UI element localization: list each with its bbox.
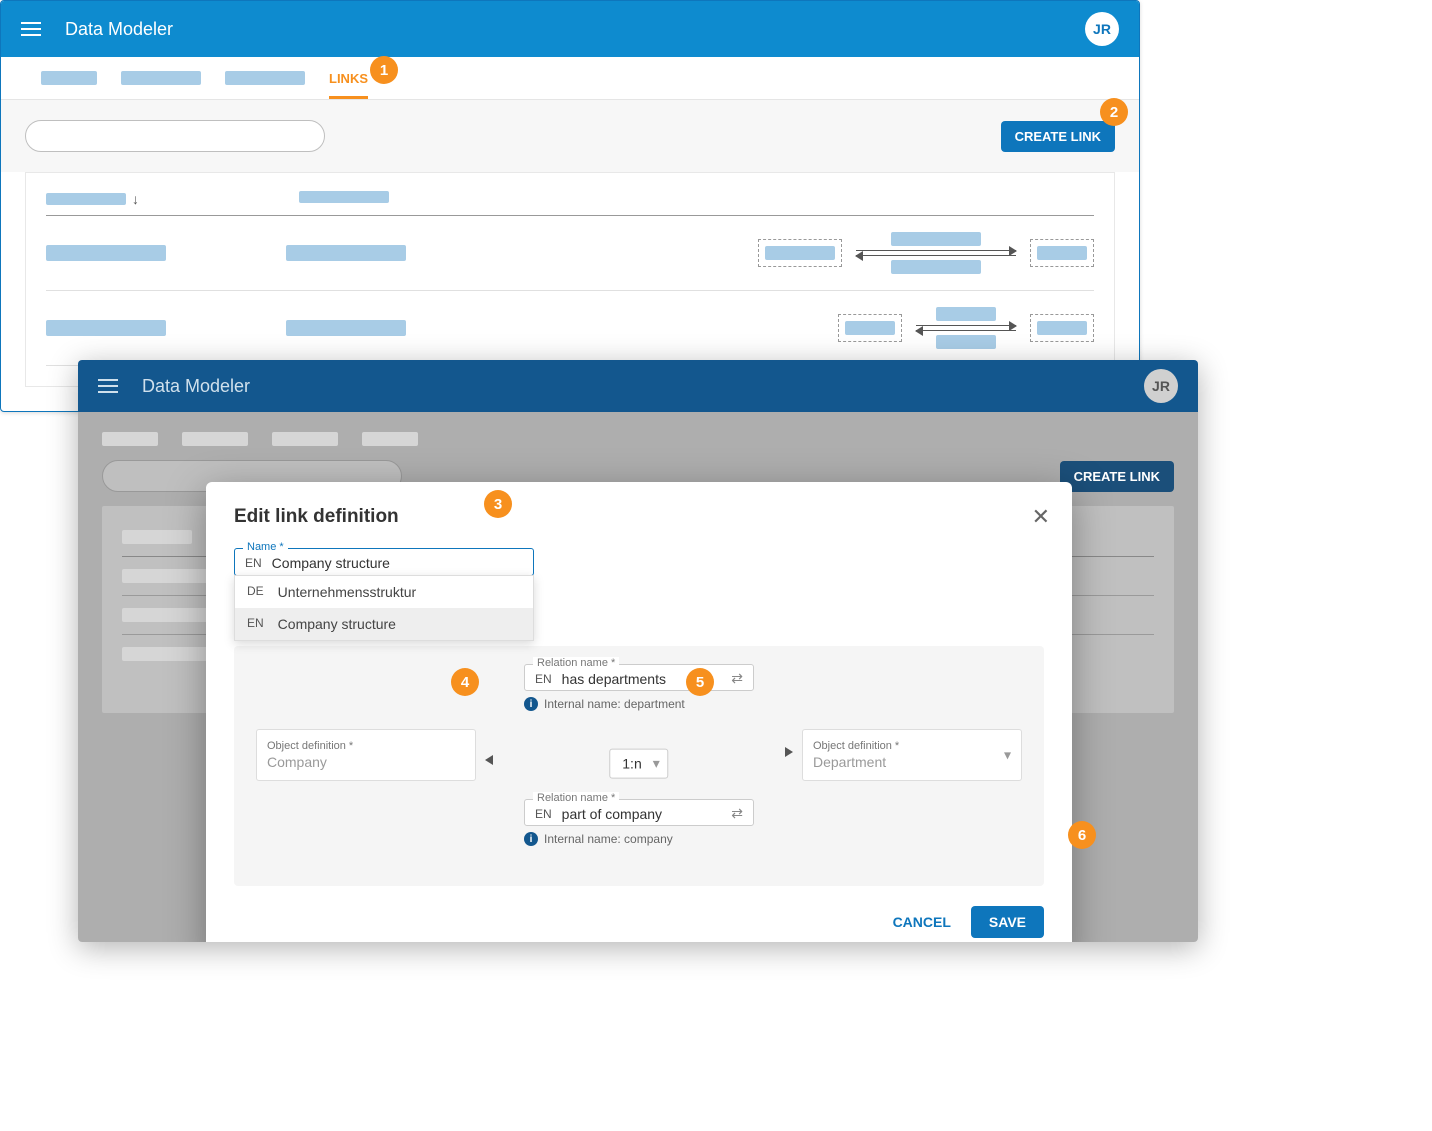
avatar[interactable]: JR <box>1085 12 1119 46</box>
link-diagram <box>798 307 1094 349</box>
relation-top-value: has departments <box>562 671 666 687</box>
link-diagram <box>758 232 1094 274</box>
edit-link-modal: Edit link definition ✕ Name * EN DE Unte… <box>206 482 1072 942</box>
annotation-badge-2: 2 <box>1100 98 1128 126</box>
modal-title: Edit link definition <box>234 506 1044 528</box>
tab-links[interactable]: LINKS <box>329 71 368 99</box>
right-object-value: Department <box>813 754 1011 770</box>
relation-bottom-internal: iInternal name: company <box>524 832 754 846</box>
name-field[interactable]: Name * EN DE Unternehmensstruktur EN Com… <box>234 548 534 576</box>
menu-icon[interactable] <box>21 22 41 36</box>
annotation-badge-3: 3 <box>484 490 512 518</box>
relation-top-field[interactable]: Relation name * EN has departments ⇄ <box>524 664 754 691</box>
app-header: Data Modeler JR <box>1 1 1139 57</box>
app-header-modal: Data Modeler JR <box>78 360 1198 412</box>
app-title: Data Modeler <box>142 376 250 397</box>
tab-bar: LINKS <box>1 57 1139 100</box>
dropdown-item-en[interactable]: EN Company structure <box>235 608 533 640</box>
dimmed-body: CREATE LINK Edit link definition ✕ Name … <box>78 412 1198 942</box>
links-table: ↓ <box>25 172 1115 387</box>
translate-icon[interactable]: ⇄ <box>731 670 743 687</box>
name-label: Name * <box>243 541 288 553</box>
sort-icon[interactable]: ↓ <box>132 191 139 207</box>
chevron-down-icon: ▾ <box>653 755 660 772</box>
column-header[interactable] <box>46 193 126 205</box>
cancel-button[interactable]: CANCEL <box>893 914 951 930</box>
left-object-value: Company <box>267 754 465 770</box>
background-window: Data Modeler JR LINKS CREATE LINK ↓ <box>0 0 1140 412</box>
annotation-badge-5: 5 <box>686 668 714 696</box>
create-link-button-disabled: CREATE LINK <box>1060 461 1174 492</box>
tab-placeholder[interactable] <box>225 71 305 85</box>
name-input[interactable] <box>272 555 523 571</box>
toolbar: CREATE LINK <box>1 100 1139 172</box>
tab-placeholder[interactable] <box>41 71 97 85</box>
cardinality-select[interactable]: 1:n ▾ <box>609 749 668 779</box>
translate-icon[interactable]: ⇄ <box>731 805 743 822</box>
table-row[interactable] <box>46 216 1094 291</box>
relation-bottom-value: part of company <box>562 806 662 822</box>
dropdown-item-de[interactable]: DE Unternehmensstruktur <box>235 576 533 608</box>
table-row[interactable] <box>46 291 1094 366</box>
lang-tag: EN <box>245 556 262 570</box>
right-object-stack: Object definition * Department ▾ <box>802 729 1022 781</box>
annotation-badge-4: 4 <box>451 668 479 696</box>
create-link-button[interactable]: CREATE LINK <box>1001 121 1115 152</box>
close-icon[interactable]: ✕ <box>1032 504 1050 530</box>
name-dropdown: DE Unternehmensstruktur EN Company struc… <box>234 575 534 641</box>
right-object-field[interactable]: Object definition * Department ▾ <box>802 729 1022 781</box>
menu-icon[interactable] <box>98 379 118 393</box>
relation-bottom-field[interactable]: Relation name * EN part of company ⇄ <box>524 799 754 826</box>
left-object-field[interactable]: Object definition * Company <box>256 729 476 781</box>
annotation-badge-6: 6 <box>1068 821 1096 849</box>
save-button[interactable]: SAVE <box>971 906 1044 938</box>
relation-area: Relation name * EN has departments ⇄ iIn… <box>234 646 1044 886</box>
search-input[interactable] <box>25 120 325 152</box>
avatar[interactable]: JR <box>1144 369 1178 403</box>
tab-placeholder[interactable] <box>121 71 201 85</box>
foreground-window: Data Modeler JR CREATE LINK Edit link de… <box>78 360 1198 942</box>
chevron-down-icon: ▾ <box>1004 747 1011 764</box>
app-title: Data Modeler <box>65 19 173 40</box>
relation-top-internal: iInternal name: department <box>524 697 754 711</box>
column-header[interactable] <box>299 191 389 203</box>
annotation-badge-1: 1 <box>370 56 398 84</box>
